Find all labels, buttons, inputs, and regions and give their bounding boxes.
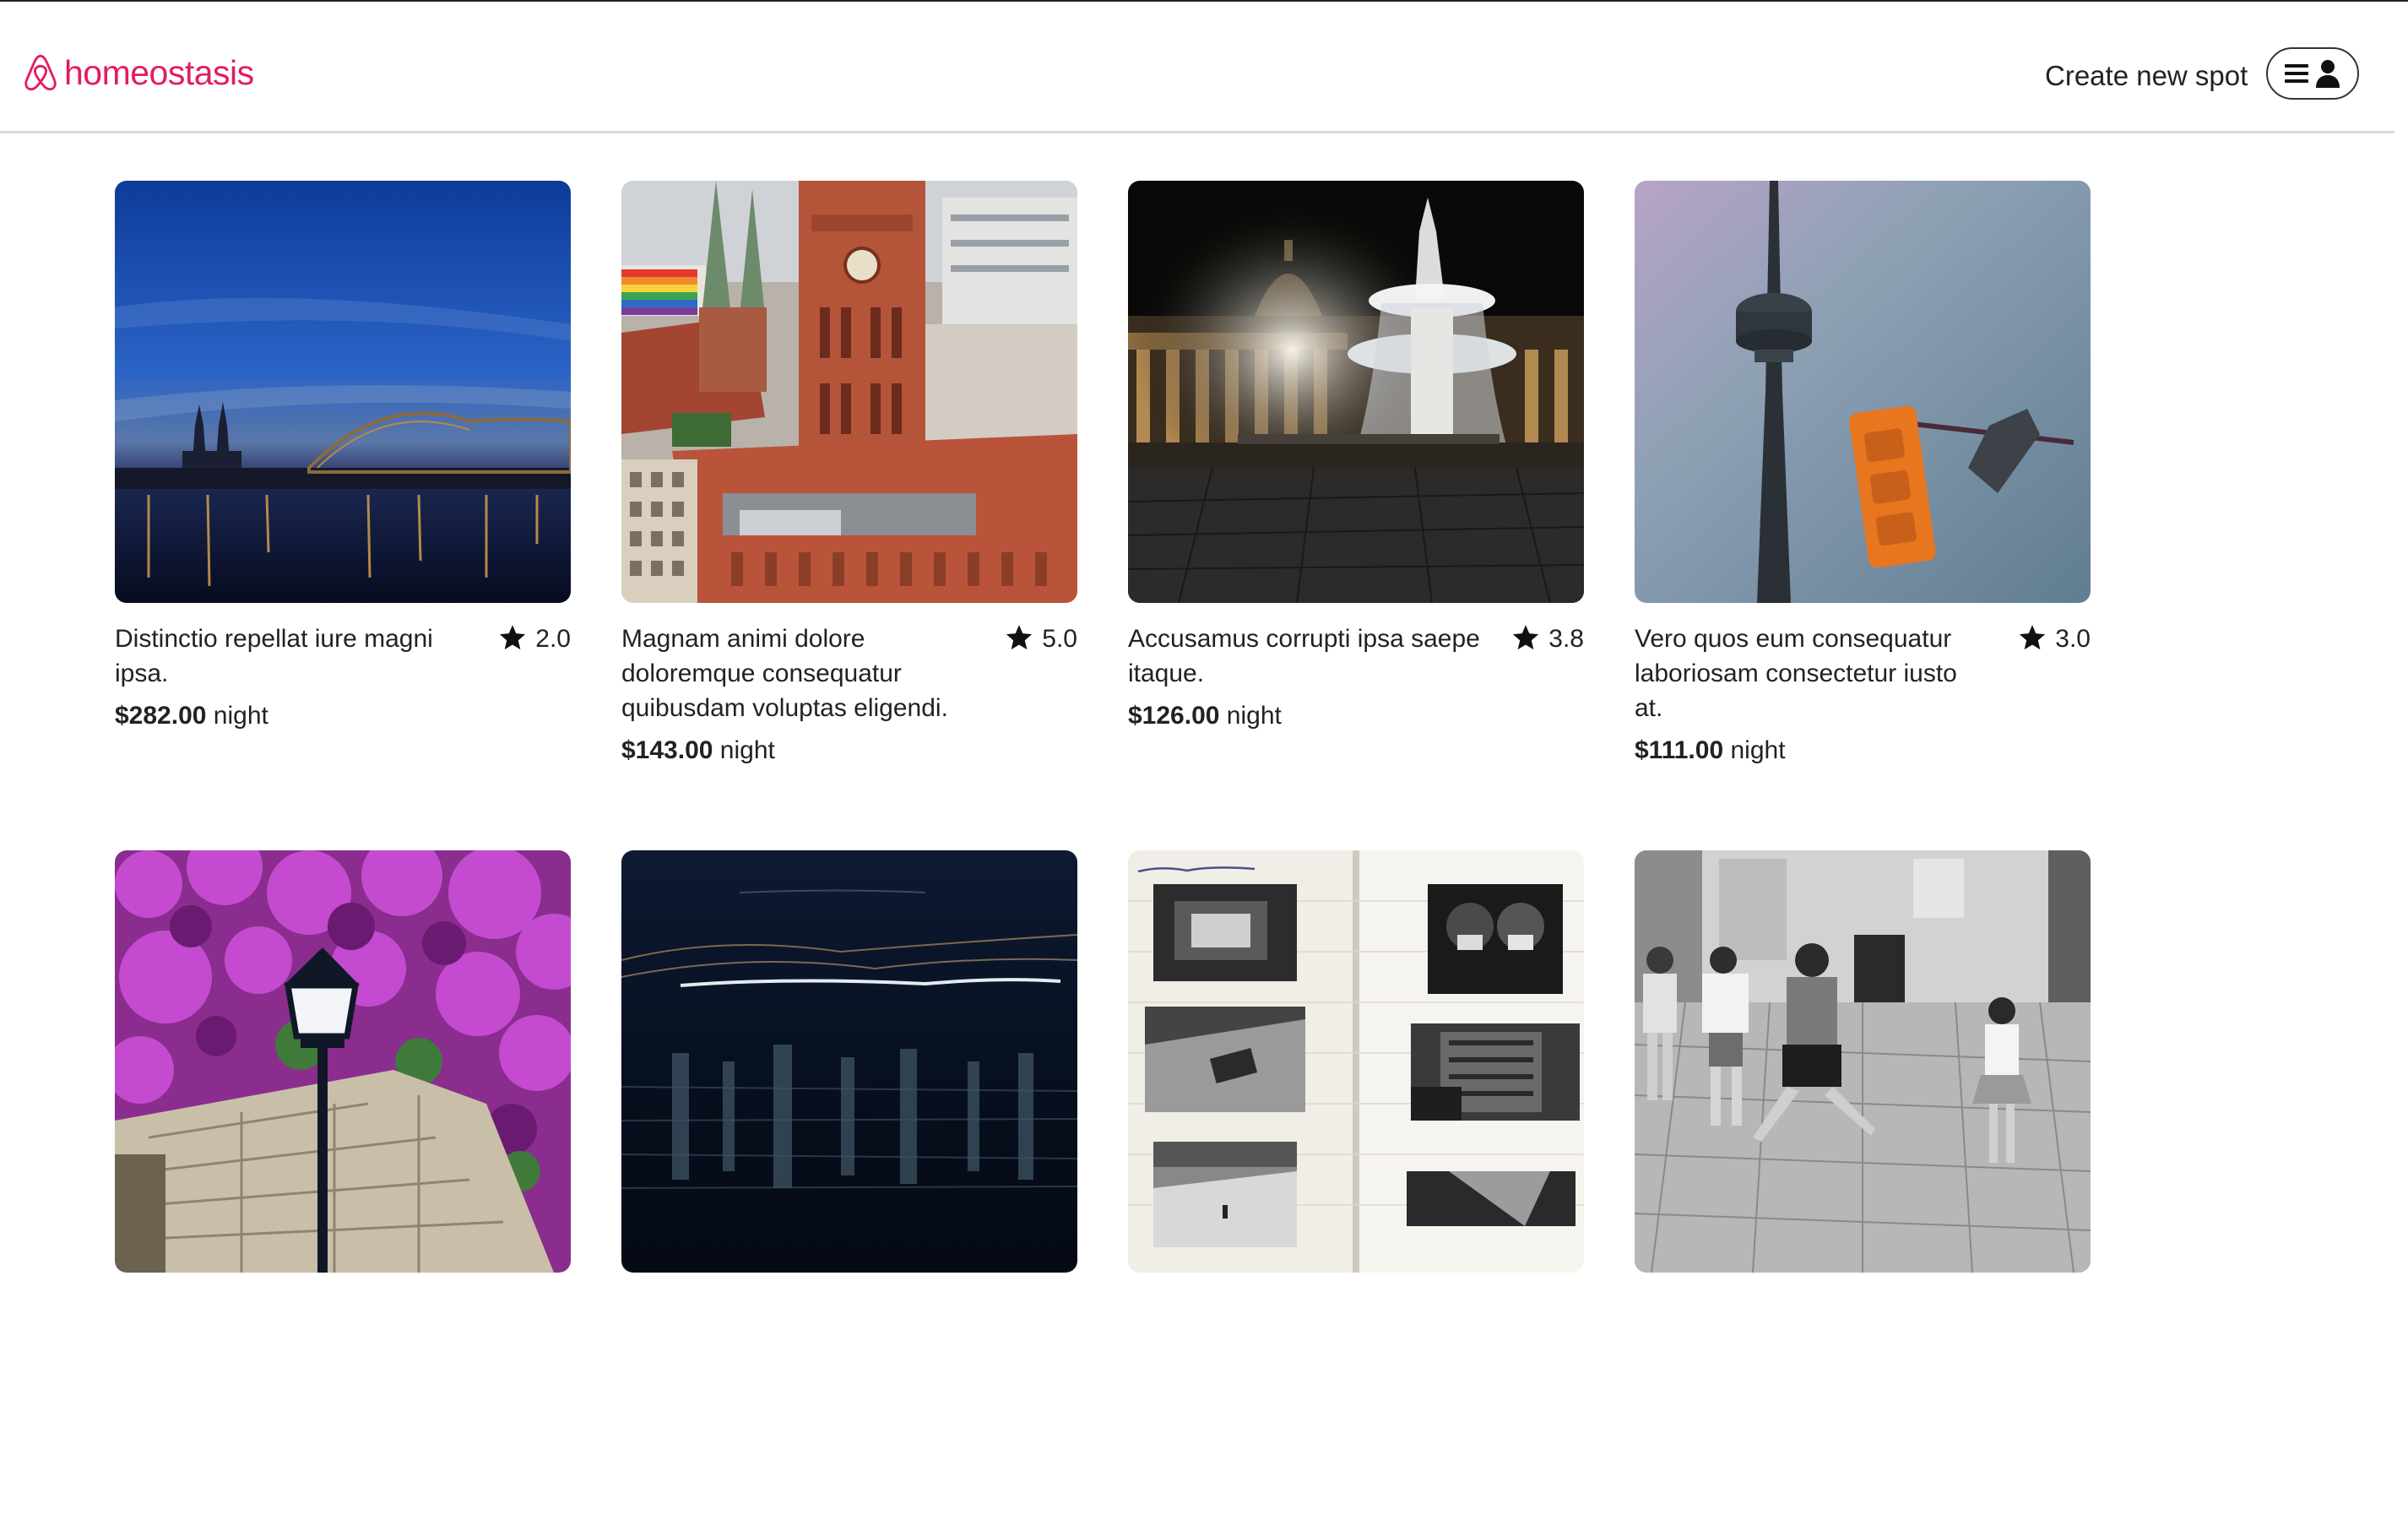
star-icon xyxy=(1513,625,1539,650)
spot-card[interactable]: Vero quos eum consequatur laboriosam con… xyxy=(1635,181,2091,850)
price-suffix: night xyxy=(1730,736,1786,764)
spot-card[interactable]: Accusamus corrupti ipsa saepe itaque. 3.… xyxy=(1128,181,1584,850)
spot-image xyxy=(115,850,571,1273)
spot-image xyxy=(115,181,571,603)
rating-value: 2.0 xyxy=(535,625,571,653)
rating-value: 5.0 xyxy=(1042,625,1077,653)
spot-info: Distinctio repellat iure magni ipsa. 2.0 xyxy=(115,622,571,691)
spot-card[interactable]: Magnam animi dolore doloremque consequat… xyxy=(621,181,1077,850)
brand-name: homeostasis xyxy=(64,53,254,92)
spot-card[interactable] xyxy=(621,850,1077,1520)
price-suffix: night xyxy=(213,702,268,730)
spot-name: Accusamus corrupti ipsa saepe itaque. xyxy=(1128,625,1480,687)
spot-card[interactable] xyxy=(1635,850,2091,1520)
spot-image xyxy=(621,850,1077,1273)
spot-image xyxy=(621,181,1077,603)
airbnb-style-logo-icon xyxy=(24,54,57,91)
spot-name: Vero quos eum consequatur laboriosam con… xyxy=(1635,625,1957,722)
price-amount: $126.00 xyxy=(1128,702,1220,730)
price-suffix: night xyxy=(719,736,775,764)
spot-name: Magnam animi dolore doloremque consequat… xyxy=(621,625,948,722)
rating-value: 3.0 xyxy=(2055,625,2091,653)
spot-info: Vero quos eum consequatur laboriosam con… xyxy=(1635,622,2091,725)
spot-info: Magnam animi dolore doloremque consequat… xyxy=(621,622,1077,725)
spot-card[interactable]: Distinctio repellat iure magni ipsa. 2.0… xyxy=(115,181,571,850)
spot-name: Distinctio repellat iure magni ipsa. xyxy=(115,625,433,687)
price-suffix: night xyxy=(1226,702,1282,730)
price-amount: $143.00 xyxy=(621,736,713,764)
spot-price: $111.00 night xyxy=(1635,733,2091,768)
spot-card[interactable] xyxy=(1128,850,1584,1520)
spot-image xyxy=(1635,850,2091,1273)
spot-rating: 3.0 xyxy=(2018,622,2091,725)
spot-card[interactable] xyxy=(115,850,571,1520)
price-amount: $282.00 xyxy=(115,702,207,730)
rating-value: 3.8 xyxy=(1548,625,1584,653)
spot-rating: 5.0 xyxy=(1005,622,1077,725)
site-header: homeostasis Create new spot xyxy=(0,2,2394,133)
star-icon xyxy=(500,625,526,650)
hamburger-icon xyxy=(2285,64,2308,83)
spot-price: $126.00 night xyxy=(1128,698,1584,733)
spot-rating: 3.8 xyxy=(1511,622,1584,691)
spot-image xyxy=(1128,181,1584,603)
spot-image xyxy=(1635,181,2091,603)
spot-info: Accusamus corrupti ipsa saepe itaque. 3.… xyxy=(1128,622,1584,691)
user-menu-button[interactable] xyxy=(2266,47,2359,100)
brand-logo-link[interactable]: homeostasis xyxy=(22,52,254,93)
star-icon xyxy=(2020,625,2046,650)
price-amount: $111.00 xyxy=(1635,736,1724,764)
spot-price: $282.00 night xyxy=(115,698,571,733)
spot-image xyxy=(1128,850,1584,1273)
spots-grid: Distinctio repellat iure magni ipsa. 2.0… xyxy=(115,181,2091,1520)
user-icon xyxy=(2316,60,2340,88)
spot-rating: 2.0 xyxy=(498,622,571,691)
star-icon xyxy=(1006,625,1033,650)
spot-price: $143.00 night xyxy=(621,733,1077,768)
create-new-spot-link[interactable]: Create new spot xyxy=(2045,56,2248,96)
